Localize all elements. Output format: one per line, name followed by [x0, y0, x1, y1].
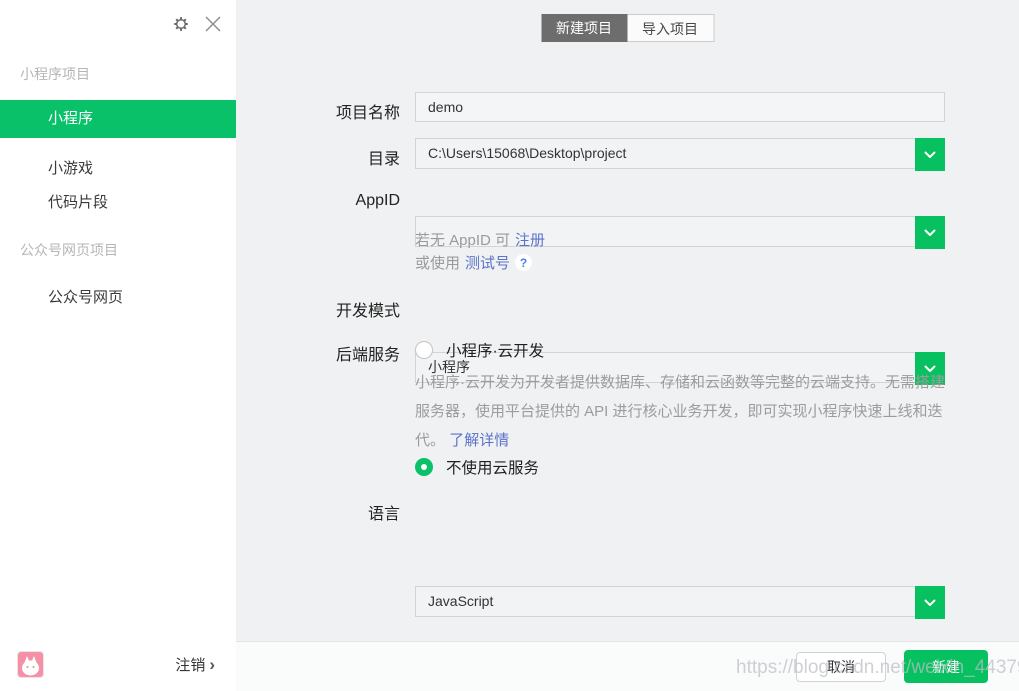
no-cloud-radio-option[interactable]: 不使用云服务	[415, 456, 539, 478]
user-avatar[interactable]	[17, 651, 44, 678]
directory-label: 目录	[367, 151, 400, 168]
cloud-dev-description: 小程序·云开发为开发者提供数据库、存储和云函数等完整的云端支持。无需搭建服务器，…	[415, 368, 953, 455]
chevron-down-icon	[924, 229, 936, 236]
new-project-dialog: 小程序项目 小程序 小游戏 代码片段 公众号网页项目 公众号网页 注销 › 新建…	[0, 0, 1019, 691]
test-account-link[interactable]: 测试号	[465, 252, 510, 273]
register-link[interactable]: 注册	[515, 229, 545, 250]
sidebar-item-official-account-web[interactable]: 公众号网页	[0, 279, 236, 317]
sidebar-controls	[170, 13, 224, 35]
settings-gear-icon[interactable]	[170, 13, 192, 35]
footer-bar: 取消 新建	[236, 641, 1019, 691]
close-icon[interactable]	[202, 13, 224, 35]
sidebar-item-mini-game[interactable]: 小游戏	[0, 150, 236, 188]
sidebar-section-mini-program: 小程序项目	[20, 66, 90, 82]
appid-dropdown-button[interactable]	[915, 216, 945, 249]
tab-import-project[interactable]: 导入项目	[627, 14, 714, 42]
main-panel: 新建项目 导入项目 项目名称 目录 C:\Users\15068\Desktop…	[236, 0, 1019, 641]
language-select[interactable]: JavaScript	[415, 586, 945, 619]
dev-mode-label: 开发模式	[335, 303, 400, 320]
logout-label: 注销	[175, 657, 206, 674]
directory-dropdown-button[interactable]	[915, 138, 945, 171]
sidebar-item-code-snippet[interactable]: 代码片段	[0, 184, 236, 222]
directory-select[interactable]: C:\Users\15068\Desktop\project	[415, 138, 945, 171]
radio-checked-icon[interactable]	[415, 458, 433, 476]
appid-help-text1: 若无 AppID 可	[415, 232, 511, 249]
project-name-input[interactable]	[415, 92, 945, 122]
radio-unchecked-icon[interactable]	[415, 341, 433, 359]
sidebar-item-mini-program[interactable]: 小程序	[0, 100, 236, 138]
chevron-down-icon	[924, 599, 936, 606]
learn-more-link[interactable]: 了解详情	[449, 432, 509, 449]
project-tabs: 新建项目 导入项目	[541, 14, 714, 42]
language-value: JavaScript	[428, 593, 494, 609]
chevron-right-icon: ›	[209, 655, 215, 674]
language-label: 语言	[367, 506, 400, 523]
create-button[interactable]: 新建	[904, 650, 988, 683]
backend-service-label: 后端服务	[335, 347, 400, 364]
cloud-dev-radio-option[interactable]: 小程序·云开发	[415, 339, 544, 361]
logout-button[interactable]: 注销 ›	[175, 654, 215, 675]
tab-new-project[interactable]: 新建项目	[541, 14, 627, 42]
project-name-label: 项目名称	[335, 105, 400, 122]
question-mark-icon[interactable]: ?	[515, 254, 533, 271]
no-cloud-radio-label[interactable]: 不使用云服务	[446, 456, 539, 478]
sidebar: 小程序项目 小程序 小游戏 代码片段 公众号网页项目 公众号网页 注销 ›	[0, 0, 236, 691]
cloud-dev-radio-label[interactable]: 小程序·云开发	[446, 339, 544, 361]
appid-label: AppID	[355, 192, 400, 209]
sidebar-section-official-account: 公众号网页项目	[20, 242, 118, 258]
appid-help-text2: 或使用	[415, 255, 461, 272]
appid-help-line2: 或使用 测试号 ?	[415, 252, 533, 273]
directory-value: C:\Users\15068\Desktop\project	[428, 145, 627, 161]
appid-help-line1: 若无 AppID 可 注册	[415, 229, 545, 250]
language-dropdown-button[interactable]	[915, 586, 945, 619]
chevron-down-icon	[924, 151, 936, 158]
cancel-button[interactable]: 取消	[796, 651, 886, 682]
